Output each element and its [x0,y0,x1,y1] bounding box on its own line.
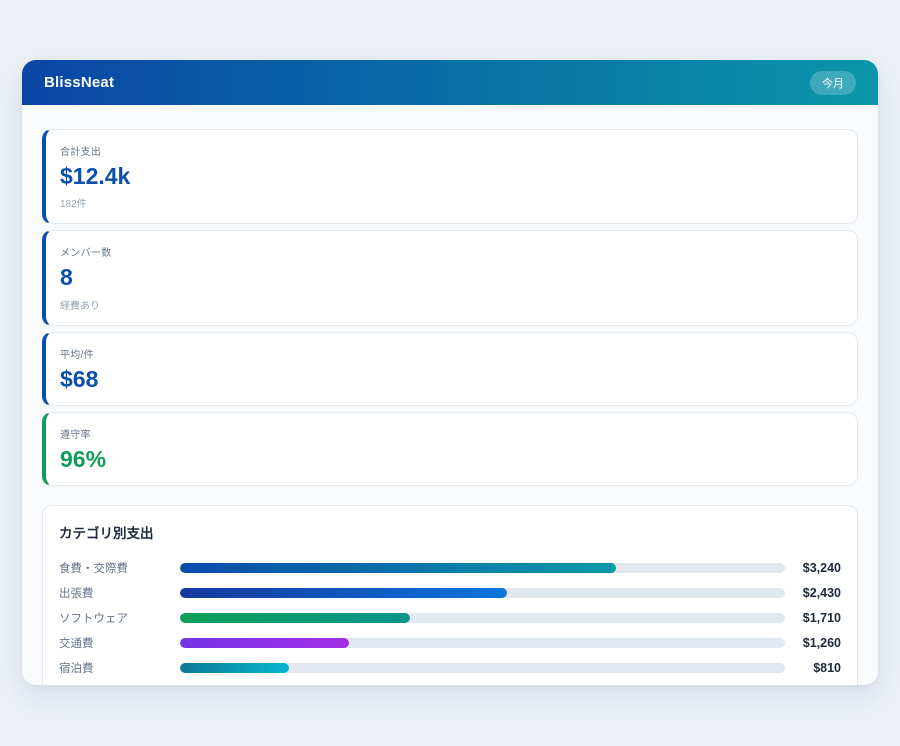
stat-label: 平均/件 [60,346,841,361]
category-label: 出張費 [59,585,180,601]
app-header: BlissNeat 今月 [22,60,878,105]
category-row-software: ソフトウェア $1,710 [59,605,841,630]
bar-fill [180,588,507,598]
bar-fill [180,563,616,573]
stat-card-compliance-rate: 遵守率 96% [42,412,858,486]
category-value: $2,430 [785,586,841,600]
app-title: BlissNeat [44,74,114,91]
bar-track [180,588,785,598]
stat-card-average-per-item: 平均/件 $68 [42,332,858,406]
stat-value: 96% [60,447,841,472]
category-label: ソフトウェア [59,610,180,626]
panel-body: 合計支出 $12.4k 182件 メンバー数 8 経費あり 平均/件 $68 遵… [22,105,878,685]
stat-card-total-spend: 合計支出 $12.4k 182件 [42,129,858,224]
stat-value: $68 [60,367,841,392]
category-row-lodging: 宿泊費 $810 [59,655,841,680]
dashboard-panel: BlissNeat 今月 合計支出 $12.4k 182件 メンバー数 8 経費… [22,60,878,685]
bar-fill [180,613,410,623]
category-value: $1,260 [785,636,841,650]
category-label: 宿泊費 [59,660,180,676]
bar-fill [180,638,349,648]
category-value: $810 [785,661,841,675]
category-label: 食費・交際費 [59,560,180,576]
category-value: $1,710 [785,611,841,625]
bar-track [180,613,785,623]
stat-label: 遵守率 [60,426,841,441]
category-row-transport: 交通費 $1,260 [59,630,841,655]
stat-value: 8 [60,265,841,290]
stat-label: 合計支出 [60,143,841,158]
stat-label: メンバー数 [60,244,841,259]
stat-subtext: 経費あり [60,297,841,312]
stat-card-members: メンバー数 8 経費あり [42,230,858,325]
category-label: 交通費 [59,635,180,651]
bar-track [180,663,785,673]
category-value: $3,240 [785,561,841,575]
bar-track [180,563,785,573]
bar-track [180,638,785,648]
category-row-business-trip: 出張費 $2,430 [59,580,841,605]
period-badge[interactable]: 今月 [810,71,856,95]
category-section-title: カテゴリ別支出 [59,522,841,542]
stat-subtext: 182件 [60,195,841,210]
stat-value: $12.4k [60,164,841,189]
category-spend-card: カテゴリ別支出 食費・交際費 $3,240 出張費 $2,430 ソフトウェア [42,505,858,685]
bar-fill [180,663,289,673]
category-row-food: 食費・交際費 $3,240 [59,555,841,580]
